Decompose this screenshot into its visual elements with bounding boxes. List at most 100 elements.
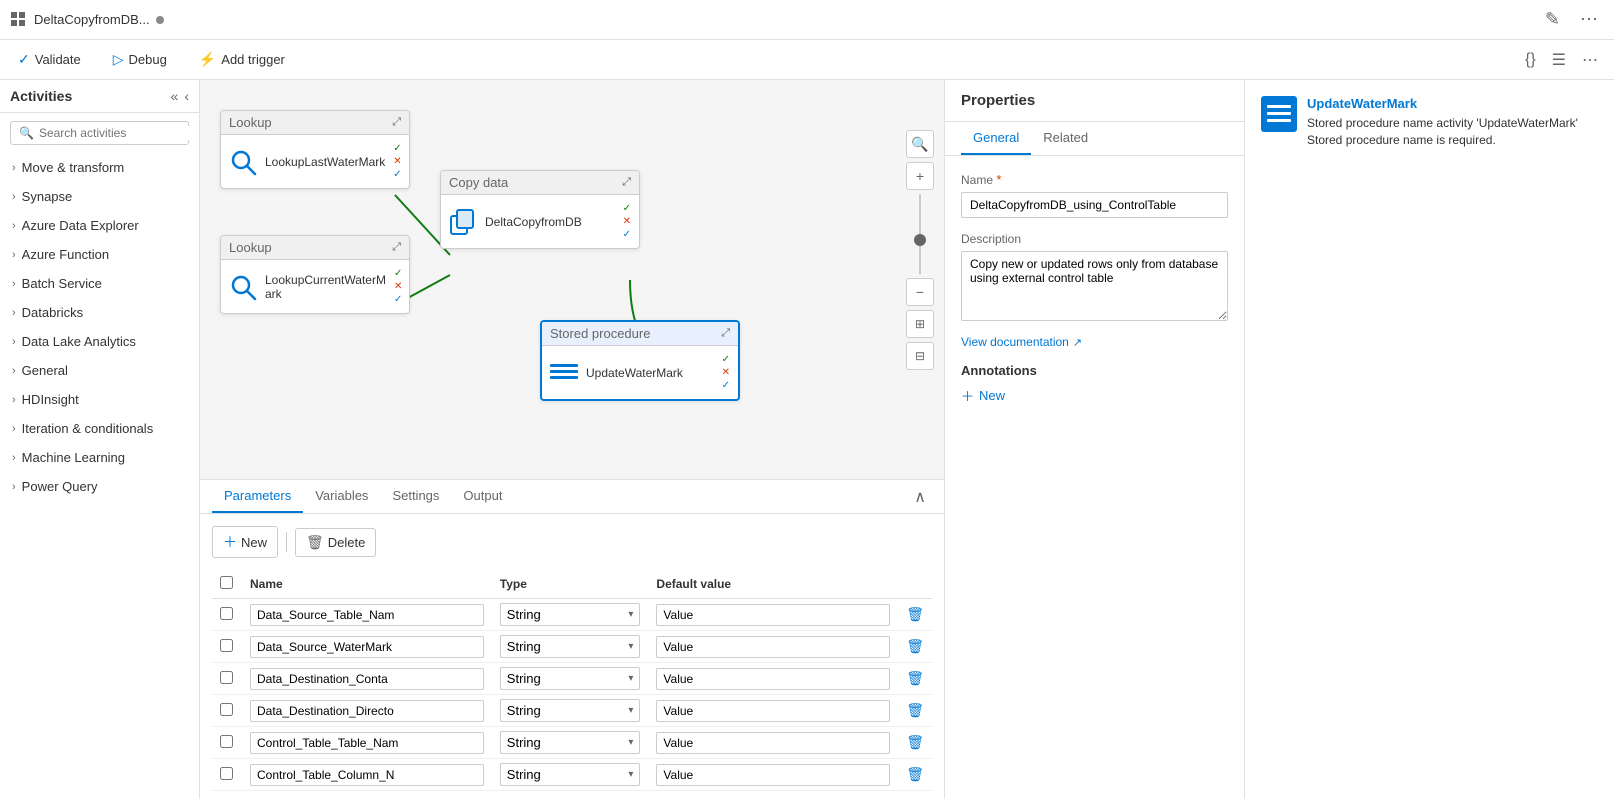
type-select-6[interactable]: String ▾ (500, 763, 641, 786)
debug-button[interactable]: ▷ Debug (107, 47, 173, 72)
type-select-2[interactable]: String ▾ (500, 635, 641, 658)
param-value-2[interactable] (656, 636, 890, 658)
more-toolbar-btn[interactable]: ⋯ (1578, 46, 1602, 74)
type-select-1[interactable]: String ▾ (500, 603, 641, 626)
type-select-5[interactable]: String ▾ (500, 731, 641, 754)
zoom-slider-thumb (914, 234, 926, 246)
canvas-controls: 🔍 + − ⊞ ⊟ (906, 130, 934, 370)
annotations-section: Annotations ＋ New (961, 363, 1228, 405)
tab-settings[interactable]: Settings (380, 480, 451, 513)
row-checkbox-6[interactable] (220, 767, 233, 780)
chevron-right-icon: › (12, 365, 16, 377)
param-value-5[interactable] (656, 732, 890, 754)
type-select-arrow-1: ▾ (628, 609, 633, 620)
fit-view-btn[interactable]: ⊞ (906, 310, 934, 338)
param-value-6[interactable] (656, 764, 890, 786)
list-view-btn[interactable]: ☰ (1548, 46, 1570, 74)
zoom-in-btn[interactable]: + (906, 162, 934, 190)
sidebar-item-synapse[interactable]: › Synapse (0, 182, 199, 211)
tab-variables[interactable]: Variables (303, 480, 380, 513)
param-name-5[interactable] (250, 732, 484, 754)
sidebar-collapse-btn2[interactable]: ‹ (184, 88, 189, 104)
node-stored-proc: Stored procedure ⤢ UpdateWaterMark (540, 320, 740, 401)
row-checkbox-2[interactable] (220, 639, 233, 652)
row-checkbox-3[interactable] (220, 671, 233, 684)
trigger-icon: ⚡ (199, 51, 216, 68)
sidebar-item-data-lake-analytics[interactable]: › Data Lake Analytics (0, 327, 199, 356)
view-documentation-link[interactable]: View documentation ↗ (961, 335, 1228, 349)
row-checkbox-5[interactable] (220, 735, 233, 748)
sidebar-collapse-btn[interactable]: « (171, 88, 179, 104)
search-input[interactable] (39, 126, 194, 140)
validate-button[interactable]: ✓ Validate (12, 47, 87, 72)
sidebar-item-machine-learning[interactable]: › Machine Learning (0, 443, 199, 472)
props-tab-general[interactable]: General (961, 122, 1031, 155)
param-value-4[interactable] (656, 700, 890, 722)
sidebar-item-label: Move & transform (22, 160, 125, 175)
sidebar-item-label: Machine Learning (22, 450, 125, 465)
sidebar-item-azure-data-explorer[interactable]: › Azure Data Explorer (0, 211, 199, 240)
delete-row-2[interactable]: 🗑 (906, 638, 924, 655)
code-btn[interactable]: {} (1521, 47, 1540, 73)
node-body-copy: DeltaCopyfromDB ✓ ✕ ✓ (441, 195, 639, 248)
delete-row-3[interactable]: 🗑 (906, 670, 924, 687)
layout-btn[interactable]: ⊟ (906, 342, 934, 370)
tab-output[interactable]: Output (451, 480, 514, 513)
type-select-arrow-5: ▾ (628, 737, 633, 748)
tab-parameters[interactable]: Parameters (212, 480, 303, 513)
type-select-4[interactable]: String ▾ (500, 699, 641, 722)
sidebar-item-move-transform[interactable]: › Move & transform (0, 153, 199, 182)
row-checkbox-4[interactable] (220, 703, 233, 716)
delete-param-button[interactable]: 🗑 Delete (295, 528, 376, 557)
sidebar-item-iteration-conditionals[interactable]: › Iteration & conditionals (0, 414, 199, 443)
add-annotation-button[interactable]: ＋ New (961, 386, 1228, 405)
param-name-6[interactable] (250, 764, 484, 786)
delete-row-6[interactable]: 🗑 (906, 766, 924, 783)
top-bar-actions: ✎ ⋯ (1539, 7, 1604, 32)
type-select-3[interactable]: String ▾ (500, 667, 641, 690)
external-link-icon: ↗ (1073, 336, 1082, 349)
edit-icon-btn[interactable]: ✎ (1539, 7, 1566, 32)
description-textarea[interactable]: Copy new or updated rows only from datab… (961, 251, 1228, 321)
plus-annotation-icon: ＋ (961, 386, 974, 405)
delete-row-1[interactable]: 🗑 (906, 606, 924, 623)
select-all-checkbox[interactable] (220, 576, 233, 589)
sidebar-item-label: Power Query (22, 479, 98, 494)
grid-icon (10, 11, 28, 29)
param-name-4[interactable] (250, 700, 484, 722)
canvas-area: Lookup ⤢ LookupLastWaterMark ✓ (200, 80, 944, 799)
bottom-tabs: Parameters Variables Settings Output ∧ (200, 480, 944, 514)
sidebar-item-label: Batch Service (22, 276, 102, 291)
node-sp-type-label: Stored procedure (550, 326, 650, 341)
add-trigger-button[interactable]: ⚡ Add trigger (193, 47, 291, 72)
param-name-1[interactable] (250, 604, 484, 626)
sidebar-item-databricks[interactable]: › Databricks (0, 298, 199, 327)
new-param-button[interactable]: ＋ New (212, 526, 278, 558)
param-value-3[interactable] (656, 668, 890, 690)
sidebar-item-batch-service[interactable]: › Batch Service (0, 269, 199, 298)
bottom-panel-close-btn[interactable]: ∧ (908, 481, 932, 513)
sidebar-item-general[interactable]: › General (0, 356, 199, 385)
row-checkbox-1[interactable] (220, 607, 233, 620)
right-info-panel: UpdateWaterMark Stored procedure name ac… (1244, 80, 1614, 799)
zoom-out-btn[interactable]: − (906, 278, 934, 306)
delete-row-4[interactable]: 🗑 (906, 702, 924, 719)
toolbar: ✓ Validate ▷ Debug ⚡ Add trigger {} ☰ ⋯ (0, 40, 1614, 80)
search-canvas-btn[interactable]: 🔍 (906, 130, 934, 158)
param-value-1[interactable] (656, 604, 890, 626)
delete-row-5[interactable]: 🗑 (906, 734, 924, 751)
more-options-btn[interactable]: ⋯ (1574, 7, 1604, 32)
check-icon-copy: ✓ (623, 203, 631, 214)
col-default: Default value (648, 570, 898, 599)
param-name-2[interactable] (250, 636, 484, 658)
top-bar: DeltaCopyfromDB... ✎ ⋯ (0, 0, 1614, 40)
node-header-lookup1: Lookup ⤢ (221, 111, 409, 135)
name-input[interactable] (961, 192, 1228, 218)
sidebar-item-hdinsight[interactable]: › HDInsight (0, 385, 199, 414)
pipeline-canvas[interactable]: Lookup ⤢ LookupLastWaterMark ✓ (200, 80, 944, 479)
props-tab-related[interactable]: Related (1031, 122, 1100, 155)
param-name-3[interactable] (250, 668, 484, 690)
sidebar-item-power-query[interactable]: › Power Query (0, 472, 199, 501)
sidebar-item-azure-function[interactable]: › Azure Function (0, 240, 199, 269)
sidebar-items: › Move & transform › Synapse › Azure Dat… (0, 153, 199, 799)
